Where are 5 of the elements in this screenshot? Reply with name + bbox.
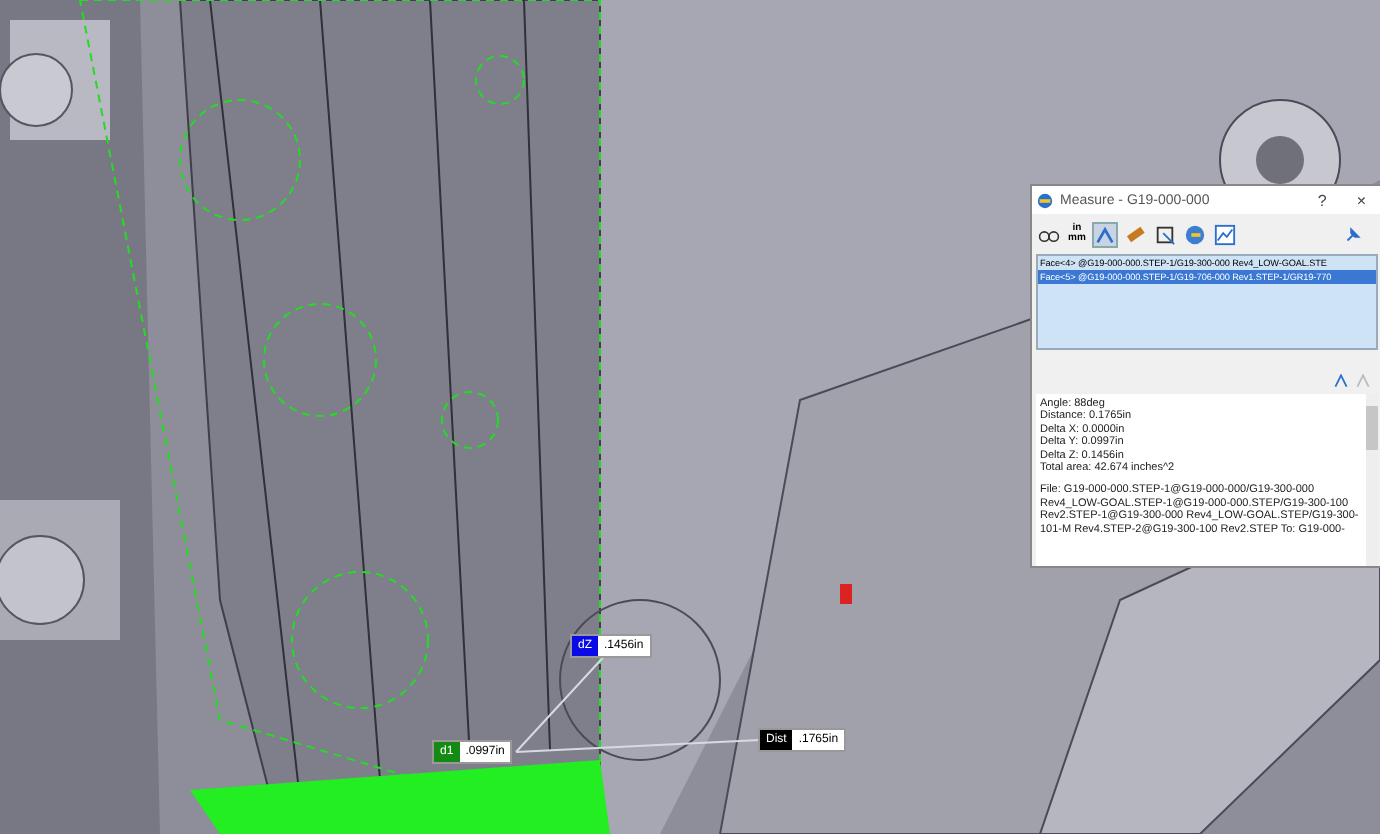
globe-icon[interactable] xyxy=(1183,223,1206,245)
projection-icon[interactable] xyxy=(1153,223,1176,245)
help-button[interactable]: ? xyxy=(1305,191,1339,209)
chart-icon[interactable] xyxy=(1213,223,1236,245)
close-button[interactable]: × xyxy=(1344,191,1378,209)
